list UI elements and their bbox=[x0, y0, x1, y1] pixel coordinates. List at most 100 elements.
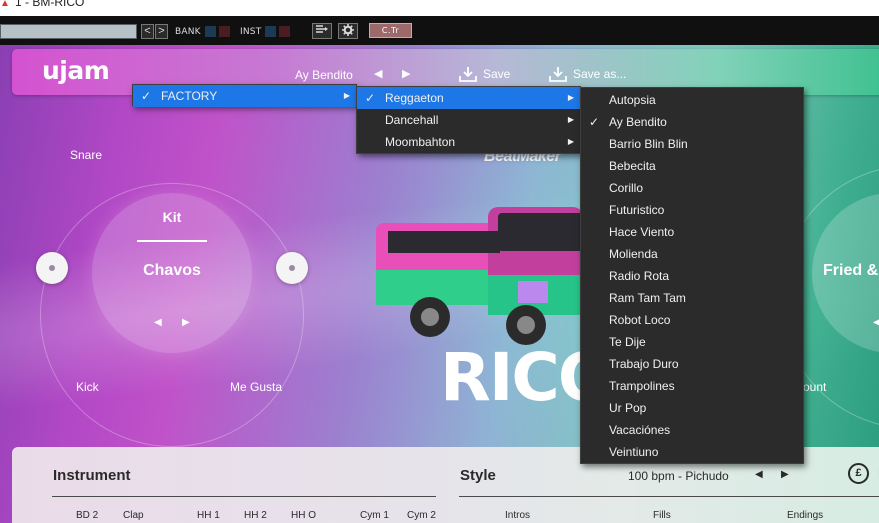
column-bd2[interactable]: BD 2 bbox=[76, 510, 98, 521]
menu-item-label: Vacaciónes bbox=[609, 423, 671, 437]
column-cym1[interactable]: Cym 1 bbox=[360, 510, 389, 521]
menu-item-dancehall[interactable]: Dancehall ▶ bbox=[357, 109, 580, 131]
submenu-arrow-icon: ▶ bbox=[343, 91, 350, 100]
preset-name[interactable]: Ay Bendito bbox=[295, 68, 353, 82]
tempo-next-button[interactable]: ▶ bbox=[781, 469, 789, 480]
menu-item-preset[interactable]: Te Dije bbox=[581, 331, 803, 353]
host-preset-field[interactable] bbox=[0, 24, 137, 39]
inst-box-1[interactable] bbox=[265, 26, 276, 37]
kit-prev-button[interactable]: ◀ bbox=[154, 317, 162, 328]
kit-divider bbox=[137, 240, 207, 242]
gear-icon bbox=[342, 24, 354, 36]
host-next-button[interactable]: > bbox=[155, 24, 168, 39]
menu-item-preset[interactable]: Ur Pop bbox=[581, 397, 803, 419]
save-as-button[interactable]: Save as... bbox=[549, 64, 626, 84]
menu-item-label: Bebecita bbox=[609, 159, 656, 173]
submenu-arrow-icon: ▶ bbox=[567, 115, 574, 124]
window-titlebar: ▲ 1 - BM-RICO bbox=[0, 0, 879, 16]
kit-value: Chavos bbox=[143, 262, 201, 279]
check-icon: ✓ bbox=[365, 91, 376, 105]
menu-item-label: Ram Tam Tam bbox=[609, 291, 686, 305]
preset-next-button[interactable]: ▶ bbox=[402, 67, 410, 80]
ujam-logo[interactable]: ujam bbox=[42, 56, 110, 85]
submenu-arrow-icon: ▶ bbox=[567, 93, 574, 102]
menu-item-label: Corillo bbox=[609, 181, 644, 195]
snare-label: Snare bbox=[70, 148, 103, 162]
host-prev-button[interactable]: < bbox=[141, 24, 154, 39]
save-button[interactable]: Save bbox=[459, 64, 510, 84]
settings-button[interactable] bbox=[338, 23, 358, 39]
column-hh1[interactable]: HH 1 bbox=[197, 510, 220, 521]
kick-label: Kick bbox=[76, 380, 99, 394]
menu-item-preset[interactable]: Veintiuno bbox=[581, 441, 803, 463]
download-tray-icon bbox=[459, 67, 477, 82]
menu-item-label: FACTORY bbox=[161, 89, 218, 103]
menu-item-preset[interactable]: Vacaciónes bbox=[581, 419, 803, 441]
menu-item-preset[interactable]: Corillo bbox=[581, 177, 803, 199]
menu-item-preset[interactable]: Trabajo Duro bbox=[581, 353, 803, 375]
check-icon: ✓ bbox=[141, 89, 152, 103]
app-icon: ▲ bbox=[0, 0, 10, 9]
menu-item-preset[interactable]: Ram Tam Tam bbox=[581, 287, 803, 309]
menu-item-label: Radio Rota bbox=[609, 269, 670, 283]
menu-item-preset[interactable]: Futuristico bbox=[581, 199, 803, 221]
column-clap[interactable]: Clap bbox=[123, 510, 144, 521]
style-prev-button[interactable]: ◀ bbox=[873, 317, 879, 328]
menu-item-preset[interactable]: Autopsia bbox=[581, 89, 803, 111]
menu-item-label: Barrio Blin Blin bbox=[609, 137, 688, 151]
menu-item-preset[interactable]: ✓ Ay Bendito bbox=[581, 111, 803, 133]
menu-item-label: Molienda bbox=[609, 247, 658, 261]
menu-item-label: Robot Loco bbox=[609, 313, 671, 327]
check-icon: ✓ bbox=[589, 115, 600, 129]
routing-icon bbox=[316, 25, 328, 33]
inst-box-2[interactable] bbox=[279, 26, 290, 37]
menu-item-label: Te Dije bbox=[609, 335, 646, 349]
download-tray-icon bbox=[549, 67, 567, 82]
column-endings[interactable]: Endings bbox=[787, 510, 823, 521]
inst-label: INST bbox=[240, 27, 262, 37]
menu-item-moombahton[interactable]: Moombahton ▶ bbox=[357, 131, 580, 153]
currency-icon[interactable]: £ bbox=[848, 463, 869, 484]
menu-item-preset[interactable]: Robot Loco bbox=[581, 309, 803, 331]
kick-knob[interactable] bbox=[276, 252, 308, 284]
menu-item-label: Moombahton bbox=[385, 135, 456, 149]
menu-item-preset[interactable]: Bebecita bbox=[581, 155, 803, 177]
menu-item-reggaeton[interactable]: ✓ Reggaeton ▶ bbox=[357, 87, 580, 109]
menu-item-preset[interactable]: Barrio Blin Blin bbox=[581, 133, 803, 155]
save-as-label: Save as... bbox=[573, 67, 627, 81]
bank-box-1[interactable] bbox=[205, 26, 216, 37]
tempo-prev-button[interactable]: ◀ bbox=[755, 469, 763, 480]
ctr-button[interactable]: C.Tr bbox=[369, 23, 412, 38]
preset-menu: Autopsia ✓ Ay Bendito Barrio Blin Blin Bebec… bbox=[580, 87, 804, 464]
preset-prev-button[interactable]: ◀ bbox=[374, 67, 382, 80]
menu-item-preset[interactable]: Molienda bbox=[581, 243, 803, 265]
menu-item-preset[interactable]: Trampolines bbox=[581, 375, 803, 397]
style-title: Style bbox=[460, 467, 496, 484]
column-hh2[interactable]: HH 2 bbox=[244, 510, 267, 521]
kit-title: Kit bbox=[162, 209, 182, 225]
routing-button[interactable] bbox=[312, 23, 332, 39]
menu-item-label: Dancehall bbox=[385, 113, 439, 127]
style-divider bbox=[459, 496, 879, 497]
menu-item-factory[interactable]: ✓ FACTORY ▶ bbox=[133, 85, 356, 107]
menu-item-preset[interactable]: Radio Rota bbox=[581, 265, 803, 287]
host-toolbar: < > BANK INST C.Tr bbox=[0, 16, 879, 45]
menu-item-label: Futuristico bbox=[609, 203, 665, 217]
column-fills[interactable]: Fills bbox=[653, 510, 671, 521]
kit-next-button[interactable]: ▶ bbox=[182, 317, 190, 328]
menu-item-preset[interactable]: Hace Viento bbox=[581, 221, 803, 243]
menu-item-label: Autopsia bbox=[609, 93, 656, 107]
bank-box-2[interactable] bbox=[219, 26, 230, 37]
column-cym2[interactable]: Cym 2 bbox=[407, 510, 436, 521]
column-hho[interactable]: HH O bbox=[291, 510, 316, 521]
menu-item-label: Reggaeton bbox=[385, 91, 444, 105]
save-label: Save bbox=[483, 67, 511, 81]
count-label: ount bbox=[803, 380, 827, 394]
menu-item-label: Ur Pop bbox=[609, 401, 647, 415]
tempo-value[interactable]: 100 bpm - Pichudo bbox=[628, 469, 729, 483]
menu-item-label: Hace Viento bbox=[609, 225, 675, 239]
instrument-divider bbox=[52, 496, 436, 497]
column-intros[interactable]: Intros bbox=[505, 510, 530, 521]
instrument-title: Instrument bbox=[53, 467, 131, 484]
snare-knob[interactable] bbox=[36, 252, 68, 284]
